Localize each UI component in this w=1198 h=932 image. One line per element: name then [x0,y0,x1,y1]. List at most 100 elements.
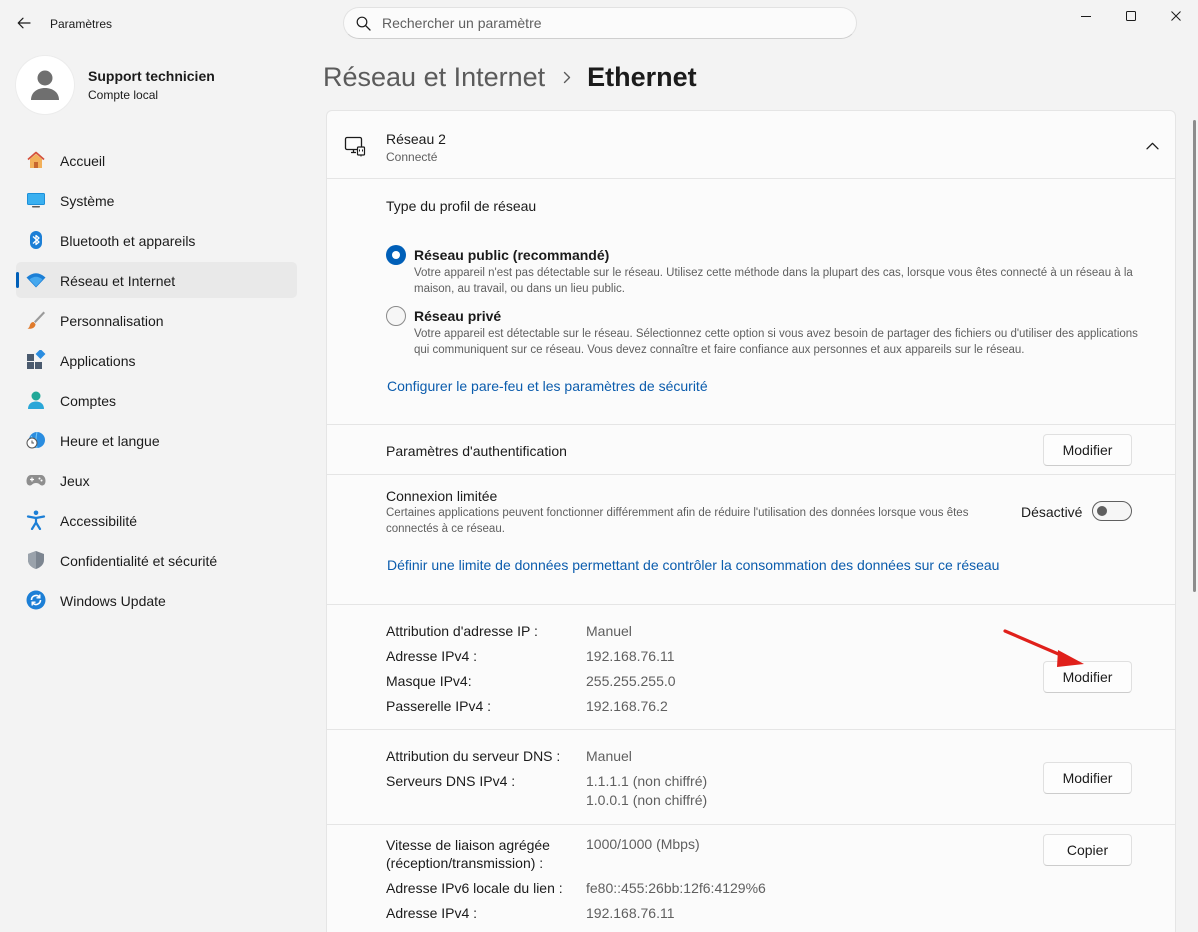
sidebar-item-label: Bluetooth et appareils [60,233,196,249]
sidebar-item-jeux[interactable]: Jeux [16,462,297,498]
link-speed-label-continued: (réception/transmission) : [386,855,544,871]
ipv4-address-label: Adresse IPv4 : [386,648,478,664]
ip-assignment-label: Attribution d'adresse IP : [386,623,538,639]
sidebar-item-systeme[interactable]: Système [16,182,297,218]
title-bar: Paramètres [0,0,1198,46]
chevron-up-icon [1145,142,1159,150]
metered-connection-label: Connexion limitée [386,488,498,504]
clock-globe-icon [26,430,46,450]
edit-dns-button[interactable]: Modifier [1043,762,1132,794]
ipv4-mask-value: 255.255.255.0 [586,673,676,689]
update-icon [26,590,46,610]
public-network-label[interactable]: Réseau public (recommandé) [414,247,609,263]
chevron-right-icon [563,71,571,84]
sidebar-item-personnalisation[interactable]: Personnalisation [16,302,297,338]
brush-icon [26,310,46,330]
ipv4-mask-label: Masque IPv4: [386,673,472,689]
ipv6-link-local-value: fe80::455:26bb:12f6:4129%6 [586,880,766,896]
sidebar-item-label: Confidentialité et sécurité [60,553,218,569]
sidebar-item-comptes[interactable]: Comptes [16,382,297,418]
system-icon [26,190,46,210]
search-input[interactable] [382,15,822,31]
search-icon [356,15,372,31]
home-icon [26,150,46,170]
network-profile-section: Type du profil de réseau Réseau public (… [326,179,1176,425]
dns-settings-section: Attribution du serveur DNS : Manuel Serv… [326,730,1176,825]
copy-properties-button[interactable]: Copier [1043,834,1132,866]
auth-settings-label: Paramètres d'authentification [386,443,567,459]
profile-type-heading: Type du profil de réseau [386,198,537,214]
link-speed-label: Vitesse de liaison agrégée [386,837,550,853]
network-name: Réseau 2 [386,131,446,147]
sidebar-item-label: Jeux [60,473,90,489]
collapse-button[interactable] [1137,135,1167,157]
sidebar-item-label: Comptes [60,393,117,409]
sidebar-item-windows-update[interactable]: Windows Update [16,582,297,618]
user-avatar-icon [31,70,59,100]
private-network-description: Votre appareil est détectable sur le rés… [414,328,1138,356]
sidebar-item-label: Heure et langue [60,433,160,449]
sidebar-item-applications[interactable]: Applications [16,342,297,378]
account-icon [26,390,46,410]
network-card-header[interactable]: Réseau 2 Connecté [326,110,1176,179]
radio-private-network[interactable] [386,306,406,326]
edit-auth-button[interactable]: Modifier [1043,434,1132,466]
radio-public-network[interactable] [386,245,406,265]
sidebar-item-label: Accessibilité [60,513,138,529]
shield-icon [26,550,46,570]
search-box[interactable] [343,7,857,39]
app-title: Paramètres [50,17,113,31]
ip-assignment-value: Manuel [586,623,632,639]
gamepad-icon [26,470,46,490]
ipv4-gateway-label: Passerelle IPv4 : [386,698,492,714]
back-button[interactable] [10,10,38,36]
profile-account-type: Compte local [88,88,159,102]
sidebar-item-label: Accueil [60,153,106,169]
data-limit-link[interactable]: Définir une limite de données permettant… [387,557,999,573]
annotation-arrow-icon [1003,629,1084,667]
ethernet-settings-panel: Réseau 2 Connecté Type du profil de rése… [326,110,1176,932]
minimize-icon [1081,16,1091,17]
breadcrumb: Réseau et Internet Ethernet [323,57,697,97]
sidebar-item-label: Applications [60,353,136,369]
metered-toggle-state: Désactivé [1021,504,1083,520]
property-ipv4-label: Adresse IPv4 : [386,905,478,921]
sidebar-item-bluetooth[interactable]: Bluetooth et appareils [16,222,297,258]
close-icon [1171,11,1181,21]
ethernet-icon [344,135,366,157]
private-network-label[interactable]: Réseau privé [414,308,501,324]
network-status: Connecté [386,150,438,164]
ipv6-link-local-label: Adresse IPv6 locale du lien : [386,880,563,896]
wifi-icon [26,270,46,290]
avatar [16,56,74,114]
maximize-icon [1126,11,1136,21]
sidebar-item-accessibilite[interactable]: Accessibilité [16,502,297,538]
accessibility-icon [26,510,46,530]
close-button[interactable] [1153,0,1198,32]
sidebar-item-label: Personnalisation [60,313,164,329]
arrow-left-icon [17,17,31,29]
page-title: Ethernet [587,61,697,92]
user-profile[interactable]: Support technicien Compte local [16,56,215,114]
maximize-button[interactable] [1108,0,1154,32]
metered-connection-description: Certaines applications peuvent fonctionn… [386,507,969,535]
metered-connection-section: Connexion limitée Certaines applications… [326,475,1176,605]
sidebar-item-label: Windows Update [60,593,166,609]
metered-connection-toggle[interactable] [1092,501,1132,521]
dns-assignment-value: Manuel [586,748,632,764]
minimize-button[interactable] [1063,0,1109,32]
dns-servers-label: Serveurs DNS IPv4 : [386,773,516,789]
dns-server-primary: 1.1.1.1 (non chiffré) [586,773,708,789]
authentication-row: Paramètres d'authentification Modifier [326,425,1176,475]
sidebar-item-reseau-internet[interactable]: Réseau et Internet [16,262,297,298]
link-speed-value: 1000/1000 (Mbps) [586,836,700,852]
sidebar-item-accueil[interactable]: Accueil [16,142,297,178]
sidebar-item-heure-langue[interactable]: Heure et langue [16,422,297,458]
scrollbar[interactable] [1193,120,1196,592]
firewall-settings-link[interactable]: Configurer le pare-feu et les paramètres… [387,378,708,394]
apps-icon [26,350,46,370]
sidebar-item-label: Système [60,193,115,209]
dns-assignment-label: Attribution du serveur DNS : [386,748,561,764]
sidebar-item-confidentialite[interactable]: Confidentialité et sécurité [16,542,297,578]
breadcrumb-parent[interactable]: Réseau et Internet [323,62,545,93]
